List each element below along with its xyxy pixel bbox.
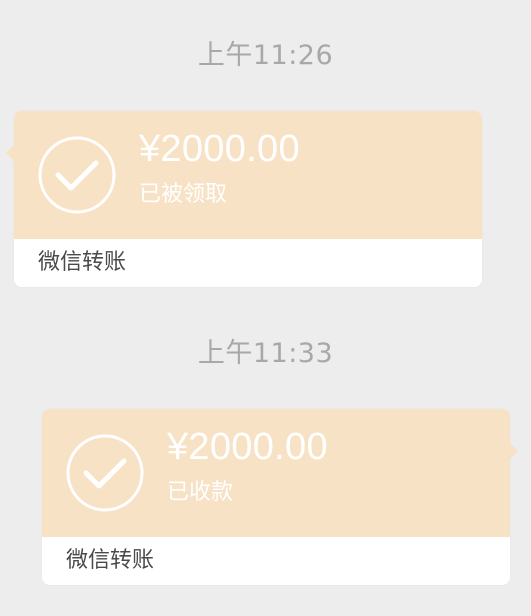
transfer-card-label: 微信转账: [38, 250, 127, 275]
transfer-amount: ¥2000.00: [167, 426, 328, 468]
transfer-message-card[interactable]: ¥2000.00 已收款 微信转账: [42, 409, 518, 585]
bubble-tail-right: [510, 443, 518, 459]
transfer-card-header: ¥2000.00 已收款: [42, 409, 510, 537]
transfer-amount: ¥2000.00: [139, 128, 300, 170]
message-timestamp: 上午11:26: [197, 40, 334, 71]
bubble-tail-left: [6, 145, 14, 161]
transfer-card-label: 微信转账: [66, 548, 155, 573]
transfer-card-footer: 微信转账: [14, 239, 482, 287]
transfer-status: 已收款: [167, 480, 234, 505]
transfer-message-card[interactable]: ¥2000.00 已被领取 微信转账: [6, 111, 482, 287]
transfer-card-header: ¥2000.00 已被领取: [14, 111, 482, 239]
transfer-card-footer: 微信转账: [42, 537, 510, 585]
transfer-status: 已被领取: [139, 182, 228, 207]
check-circle-icon: [38, 136, 116, 214]
check-circle-icon: [66, 434, 144, 512]
message-timestamp: 上午11:33: [197, 338, 334, 369]
